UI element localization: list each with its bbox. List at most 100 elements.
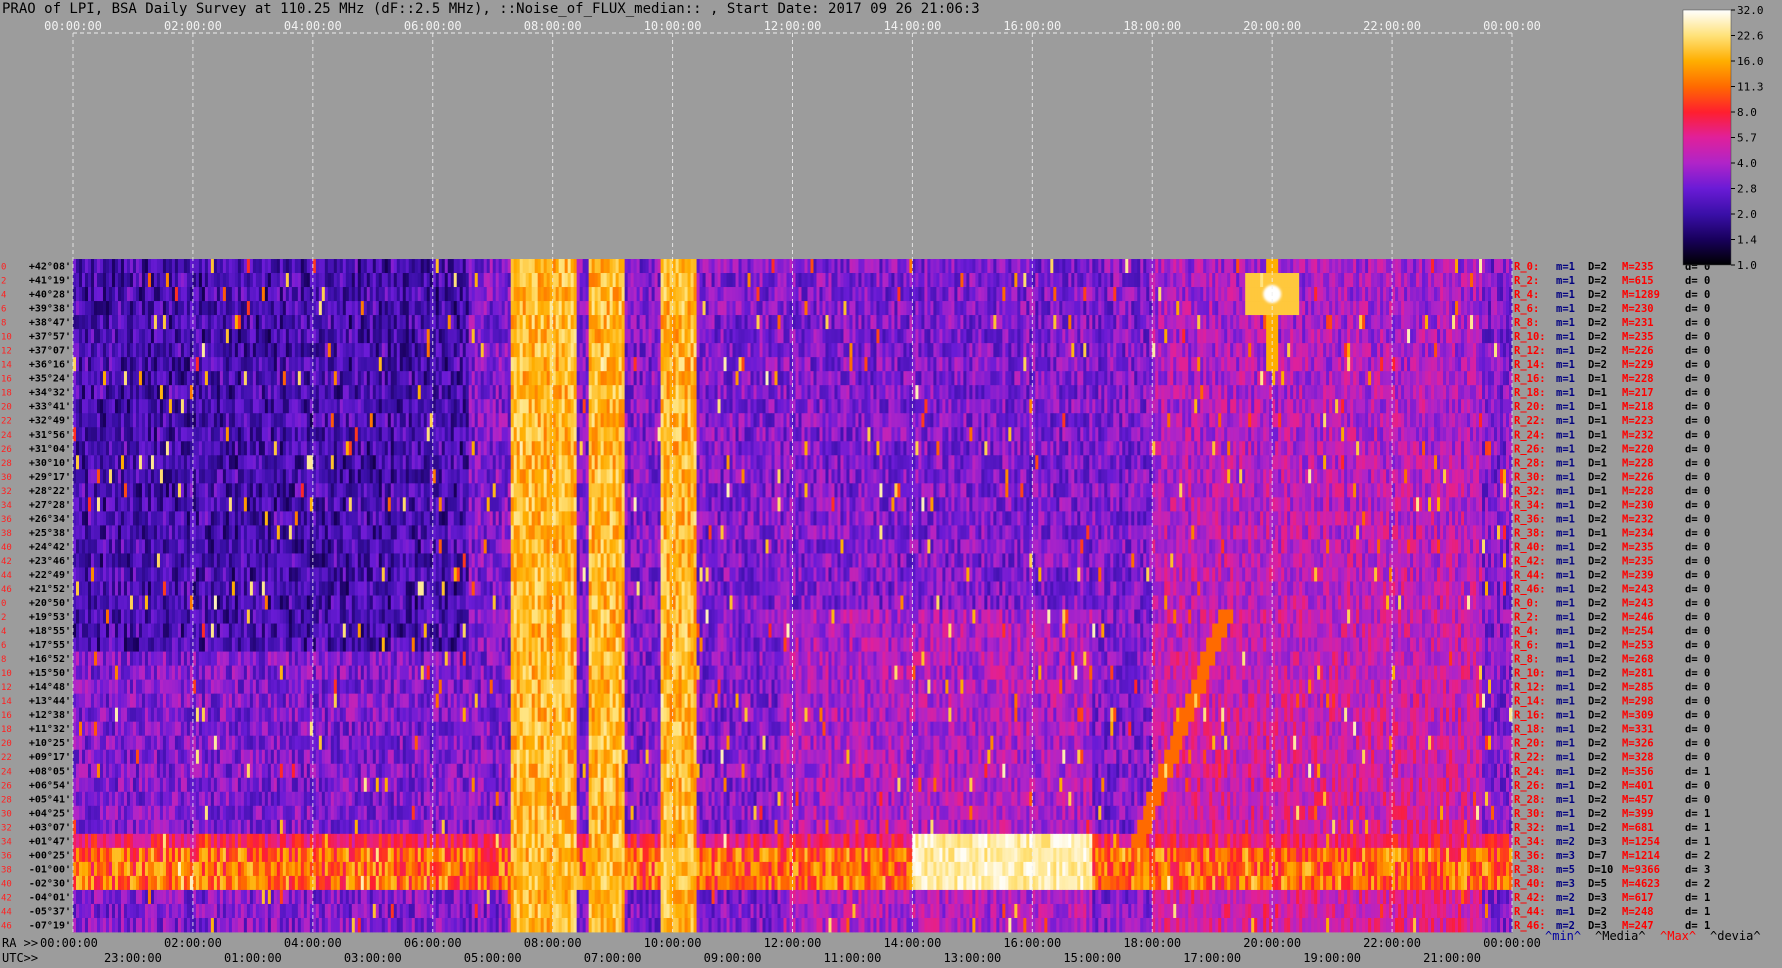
heatmap-cell bbox=[151, 301, 154, 315]
heatmap-cell bbox=[1044, 385, 1047, 399]
heatmap-cell bbox=[942, 385, 945, 399]
heatmap-cell bbox=[1434, 371, 1437, 385]
heatmap-cell bbox=[1230, 315, 1233, 329]
heatmap-cell bbox=[999, 385, 1002, 399]
heatmap-cell bbox=[915, 357, 918, 371]
heatmap-cell bbox=[1314, 385, 1317, 399]
heatmap-cell bbox=[688, 385, 691, 399]
heatmap-cell bbox=[1320, 301, 1323, 315]
heatmap-cell bbox=[673, 329, 676, 343]
heatmap-cell bbox=[1293, 287, 1296, 301]
heatmap-cell bbox=[100, 259, 103, 273]
heatmap-cell bbox=[1353, 357, 1356, 371]
heatmap-cell bbox=[769, 315, 772, 329]
heatmap-cell bbox=[703, 357, 706, 371]
heatmap-cell bbox=[1485, 301, 1488, 315]
heatmap-cell bbox=[634, 371, 637, 385]
heatmap-cell bbox=[1134, 259, 1137, 273]
heatmap-cell bbox=[1080, 357, 1083, 371]
heatmap-cell bbox=[514, 357, 517, 371]
heatmap-cell bbox=[1011, 259, 1014, 273]
heatmap-cell bbox=[370, 301, 373, 315]
heatmap-cell bbox=[433, 371, 436, 385]
heatmap-cell bbox=[304, 273, 307, 287]
heatmap-cell bbox=[1071, 371, 1074, 385]
heatmap-cell bbox=[1395, 385, 1398, 399]
heatmap-cell bbox=[1470, 287, 1473, 301]
heatmap-cell bbox=[843, 371, 846, 385]
heatmap-cell bbox=[1137, 343, 1140, 357]
heatmap-cell bbox=[1287, 259, 1290, 273]
heatmap-cell bbox=[813, 301, 816, 315]
heatmap-cell bbox=[526, 273, 529, 287]
heatmap-cell bbox=[526, 329, 529, 343]
heatmap-cell bbox=[493, 315, 496, 329]
heatmap-cell bbox=[933, 259, 936, 273]
heatmap-cell bbox=[457, 357, 460, 371]
heatmap-cell bbox=[1311, 357, 1314, 371]
heatmap-cell bbox=[849, 371, 852, 385]
heatmap-cell bbox=[706, 287, 709, 301]
heatmap-cell bbox=[271, 301, 274, 315]
heatmap-cell bbox=[1344, 371, 1347, 385]
heatmap-cell bbox=[526, 343, 529, 357]
heatmap-cell bbox=[292, 287, 295, 301]
heatmap-cell bbox=[1431, 259, 1434, 273]
heatmap-cell bbox=[280, 399, 283, 413]
heatmap-cell bbox=[79, 357, 82, 371]
heatmap-cell bbox=[1152, 301, 1155, 315]
heatmap-cell bbox=[858, 315, 861, 329]
heatmap-cell bbox=[1449, 301, 1452, 315]
heatmap-cell bbox=[535, 273, 538, 287]
heatmap-cell bbox=[613, 315, 616, 329]
heatmap-cell bbox=[721, 371, 724, 385]
heatmap-cell bbox=[1317, 273, 1320, 287]
heatmap-cell bbox=[996, 343, 999, 357]
heatmap-cell bbox=[589, 343, 592, 357]
heatmap-cell bbox=[1230, 385, 1233, 399]
heatmap-cell bbox=[1281, 287, 1284, 301]
heatmap-cell bbox=[361, 287, 364, 301]
heatmap-cell bbox=[990, 343, 993, 357]
heatmap-cell bbox=[73, 301, 76, 315]
heatmap-cell bbox=[400, 329, 403, 343]
heatmap-cell bbox=[751, 259, 754, 273]
heatmap-cell bbox=[1479, 329, 1482, 343]
heatmap-cell bbox=[319, 287, 322, 301]
heatmap-cell bbox=[1470, 315, 1473, 329]
heatmap-cell bbox=[807, 259, 810, 273]
heatmap-cell bbox=[166, 315, 169, 329]
heatmap-cell bbox=[661, 343, 664, 357]
heatmap-cell bbox=[1302, 329, 1305, 343]
heatmap-cell bbox=[646, 273, 649, 287]
heatmap-cell bbox=[1338, 371, 1341, 385]
heatmap-cell bbox=[712, 259, 715, 273]
heatmap-cell bbox=[139, 343, 142, 357]
heatmap-cell bbox=[268, 315, 271, 329]
heatmap-cell bbox=[981, 301, 984, 315]
heatmap-cell bbox=[840, 343, 843, 357]
heatmap-cell bbox=[355, 273, 358, 287]
heatmap-cell bbox=[388, 301, 391, 315]
heatmap-cell bbox=[331, 329, 334, 343]
heatmap-cell bbox=[1356, 273, 1359, 287]
heatmap-cell bbox=[559, 357, 562, 371]
heatmap-cell bbox=[202, 357, 205, 371]
heatmap-cell bbox=[187, 287, 190, 301]
heatmap-cell bbox=[295, 329, 298, 343]
heatmap-cell bbox=[793, 259, 796, 273]
heatmap-cell bbox=[969, 301, 972, 315]
heatmap-cell bbox=[1056, 385, 1059, 399]
heatmap-cell bbox=[1323, 287, 1326, 301]
heatmap-cell bbox=[1467, 273, 1470, 287]
heatmap-cell bbox=[804, 371, 807, 385]
heatmap-cell bbox=[730, 315, 733, 329]
heatmap-cell bbox=[103, 273, 106, 287]
heatmap-cell bbox=[196, 273, 199, 287]
heatmap-cell bbox=[921, 315, 924, 329]
heatmap-cell bbox=[1038, 385, 1041, 399]
heatmap-cell bbox=[187, 399, 190, 413]
heatmap-cell bbox=[1215, 301, 1218, 315]
heatmap-cell bbox=[175, 385, 178, 399]
heatmap-cell bbox=[1395, 273, 1398, 287]
